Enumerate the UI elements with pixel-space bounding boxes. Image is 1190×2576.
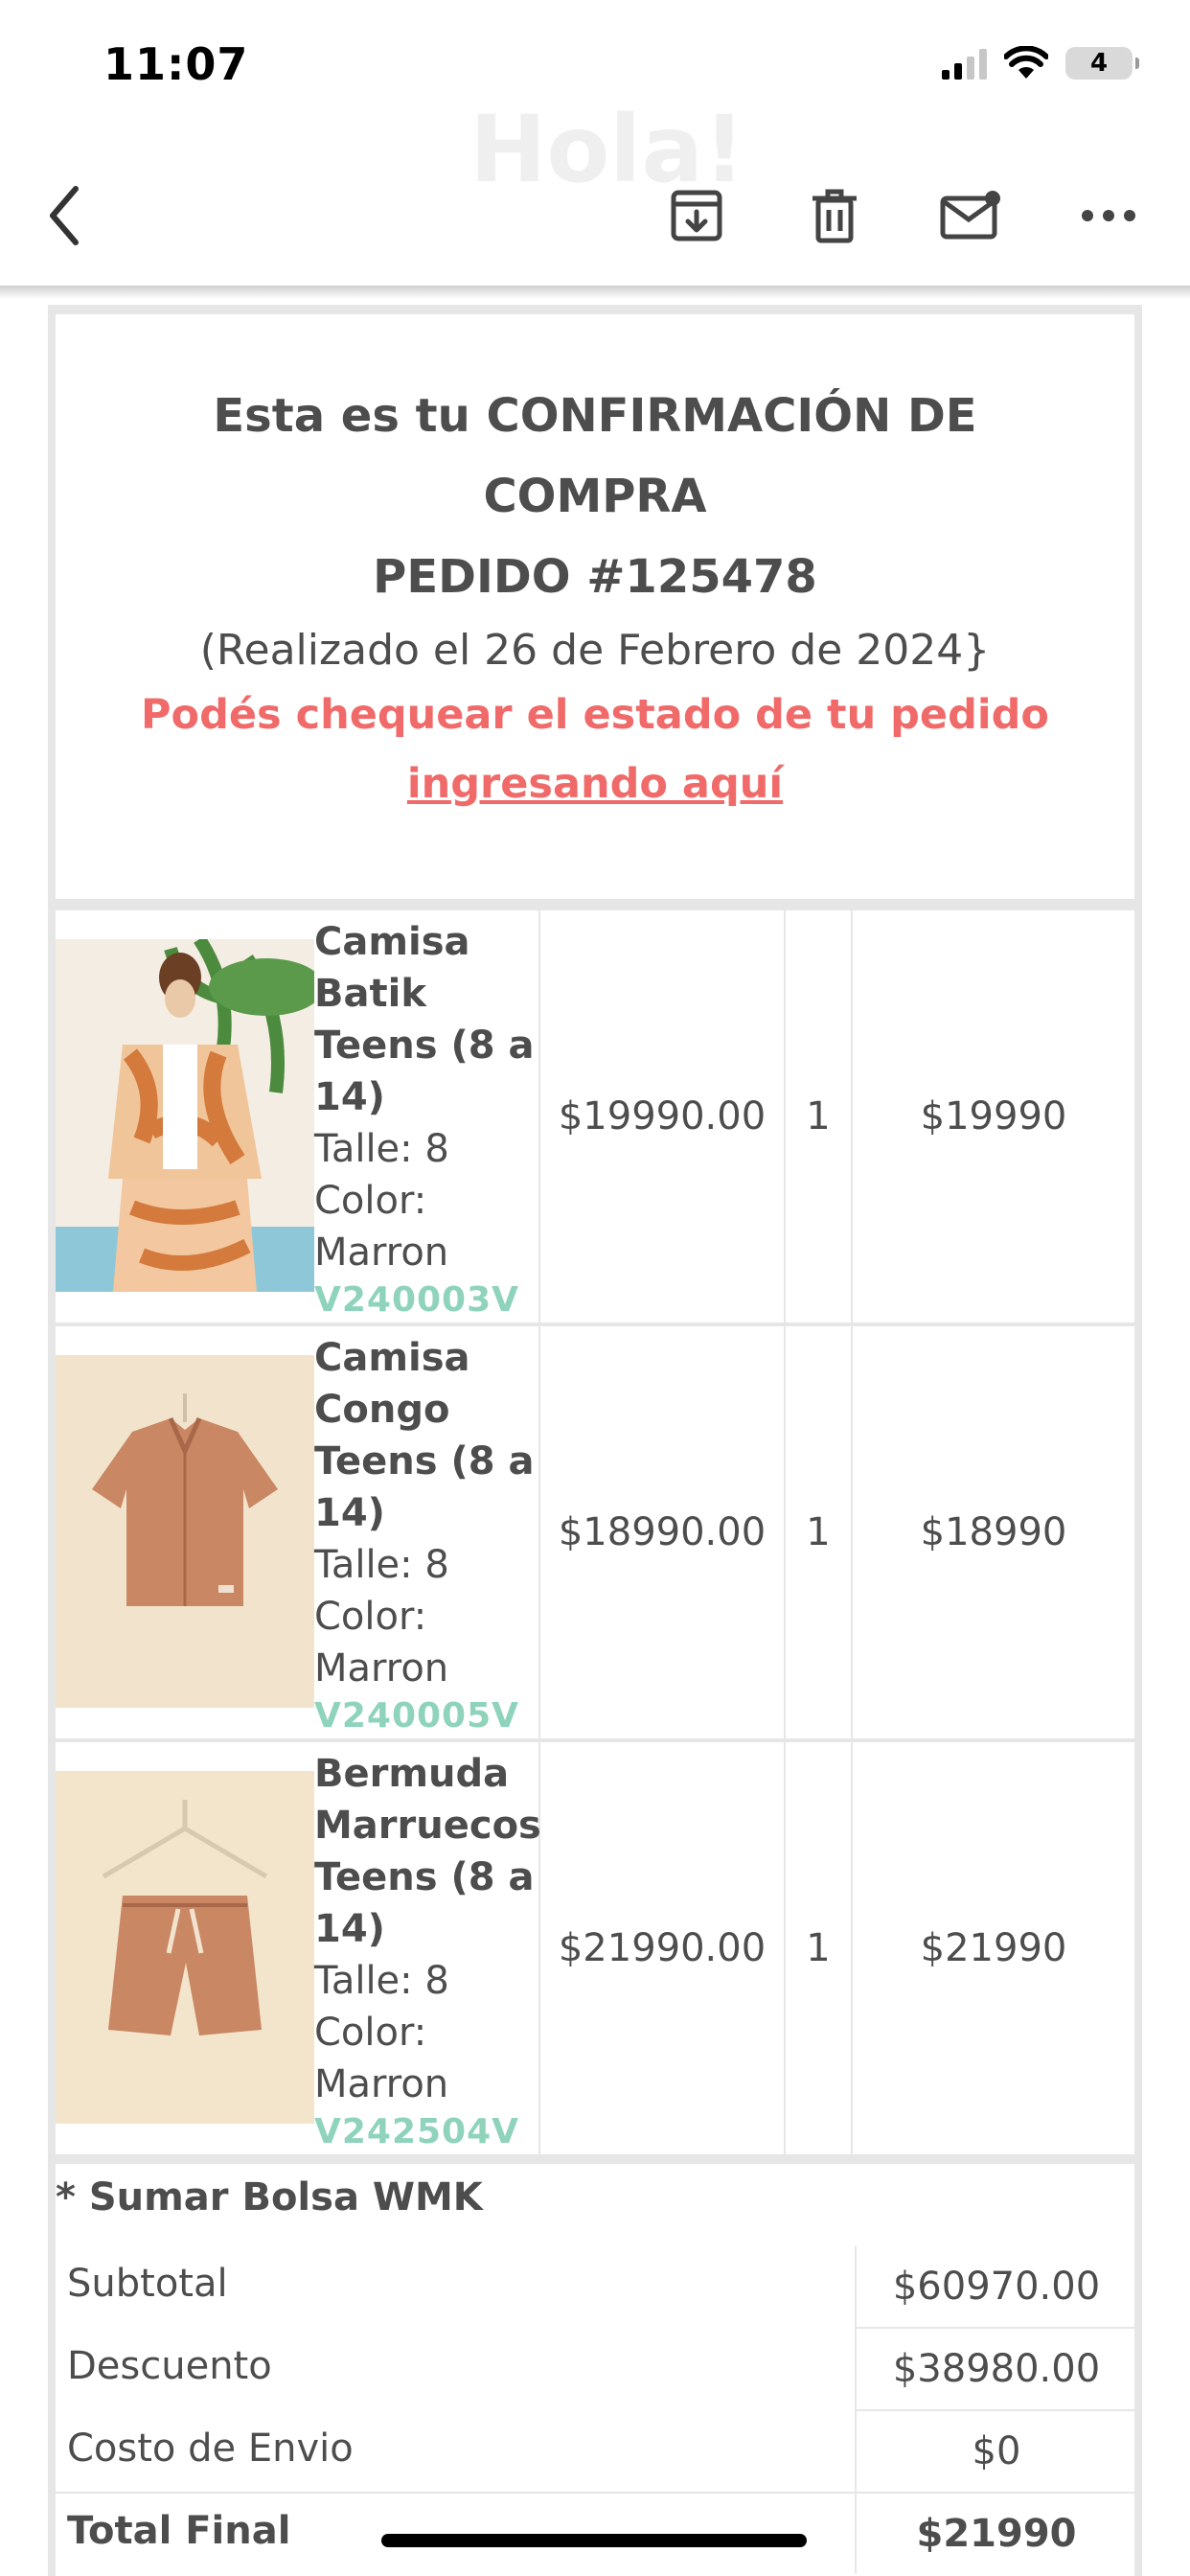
discount-value: $38980.00	[855, 2329, 1136, 2409]
product-image-cell	[56, 1326, 314, 1738]
table-row: Camisa Batik Teens (8 a 14) Talle: 8 Color:…	[56, 910, 1134, 1322]
discount-row: Descuento $38980.00	[56, 2329, 1134, 2409]
product-name[interactable]: Bermuda Marruecos Teens (8 a 14)	[314, 1748, 541, 1955]
product-description-cell: Camisa Batik Teens (8 a 14) Talle: 8 Color:…	[314, 910, 540, 1322]
subtotal-row: Subtotal $60970.00	[56, 2246, 1134, 2327]
line-total: $18990	[853, 1326, 1134, 1738]
more-button[interactable]	[1065, 172, 1152, 259]
toolbar-divider	[0, 286, 1190, 299]
table-row: Camisa Congo Teens (8 a 14) Talle: 8 Color:…	[56, 1326, 1134, 1738]
back-icon	[50, 186, 79, 245]
product-image[interactable]	[56, 939, 314, 1292]
line-total: $21990	[853, 1742, 1134, 2154]
more-icon	[1082, 210, 1135, 221]
product-image[interactable]	[56, 1355, 314, 1708]
discount-label: Descuento	[67, 2344, 272, 2388]
product-description-cell: Bermuda Marruecos Teens (8 a 14) Talle: 8 C…	[314, 1742, 541, 2154]
product-name[interactable]: Camisa Congo Teens (8 a 14)	[314, 1332, 538, 1539]
status-time: 11:07	[103, 38, 249, 90]
confirmation-title-line2: COMPRA	[483, 470, 707, 523]
total-value: $21990	[855, 2494, 1136, 2574]
delete-button[interactable]	[791, 172, 878, 259]
trash-icon	[812, 189, 857, 243]
product-code: V240005V	[314, 1696, 520, 1736]
unit-price: $19990.00	[540, 910, 786, 1322]
archive-button[interactable]	[653, 172, 740, 259]
cellular-signal-icon	[942, 47, 987, 80]
shipping-label: Costo de Envio	[67, 2426, 354, 2471]
quantity: 1	[786, 910, 853, 1322]
archive-icon	[671, 190, 722, 242]
order-date: (Realizado el 26 de Febrero de 2024}	[199, 626, 991, 675]
product-size: Talle: 8	[314, 1543, 449, 1587]
product-description-cell: Camisa Congo Teens (8 a 14) Talle: 8 Color:…	[314, 1326, 540, 1738]
battery-icon: 4	[1065, 47, 1139, 80]
bolsa-note: * Sumar Bolsa WMK	[56, 2175, 483, 2220]
mark-unread-button[interactable]	[927, 172, 1014, 259]
subtotal-label: Subtotal	[67, 2262, 228, 2306]
product-code: V242504V	[314, 2112, 520, 2151]
confirmation-title-line1: Esta es tu CONFIRMACIÓN DE	[213, 389, 977, 443]
quantity: 1	[786, 1742, 853, 2154]
email-body: Esta es tu CONFIRMACIÓN DE COMPRA PEDIDO…	[48, 305, 1142, 2576]
product-code: V240003V	[314, 1280, 520, 1320]
product-color: Color: Marron	[314, 1595, 449, 1690]
product-name[interactable]: Camisa Batik Teens (8 a 14)	[314, 916, 538, 1123]
check-status-text: Podés chequear el estado de tu pedido	[141, 691, 1049, 739]
product-size: Talle: 8	[314, 1127, 449, 1171]
home-indicator[interactable]	[381, 2534, 807, 2547]
shipping-row: Costo de Envio $0	[56, 2411, 1134, 2492]
product-color: Color: Marron	[314, 1179, 449, 1275]
order-summary: * Sumar Bolsa WMK Subtotal $60970.00 Des…	[56, 2164, 1134, 2576]
unit-price: $18990.00	[540, 1326, 786, 1738]
shipping-value: $0	[855, 2411, 1136, 2492]
subtotal-value: $60970.00	[855, 2246, 1136, 2327]
status-icons: 4	[942, 44, 1139, 82]
check-status-link[interactable]: ingresando aquí	[407, 760, 783, 808]
product-image-cell	[56, 1742, 314, 2154]
product-image[interactable]	[56, 1771, 314, 2124]
back-button[interactable]	[21, 172, 107, 259]
product-color: Color: Marron	[314, 2011, 449, 2106]
mail-unread-icon	[940, 191, 1000, 240]
total-label: Total Final	[67, 2509, 291, 2553]
unit-price: $21990.00	[540, 1742, 786, 2154]
mail-toolbar	[0, 153, 1190, 288]
table-row: Bermuda Marruecos Teens (8 a 14) Talle: 8 C…	[56, 1742, 1134, 2154]
order-number: PEDIDO #125478	[373, 550, 817, 604]
product-image-cell	[56, 910, 314, 1322]
wifi-icon	[1004, 46, 1048, 79]
line-total: $19990	[853, 910, 1134, 1322]
confirmation-header: Esta es tu CONFIRMACIÓN DE COMPRA PEDIDO…	[56, 314, 1134, 899]
quantity: 1	[786, 1326, 853, 1738]
product-size: Talle: 8	[314, 1959, 449, 2003]
